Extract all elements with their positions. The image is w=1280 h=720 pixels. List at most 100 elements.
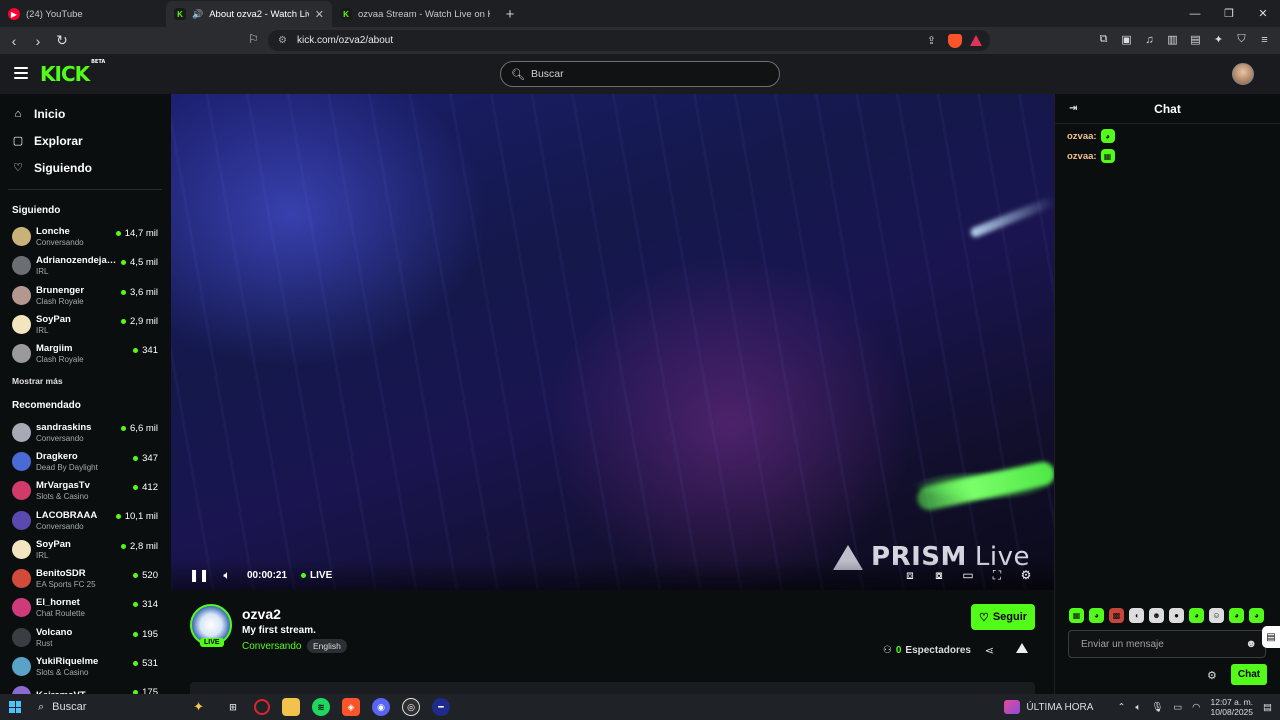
emote-8-icon[interactable]: ☺ xyxy=(1209,608,1224,623)
search-input[interactable] xyxy=(530,68,751,80)
url-field[interactable]: ⚙ kick.com/ozva2/about ⇪ xyxy=(268,30,990,51)
leo-ai-icon[interactable]: ✦ xyxy=(1211,32,1226,47)
sidebar-channel-item[interactable]: LACOBRAAA Conversando 10,1 mil xyxy=(0,505,170,534)
speaker-icon[interactable]: 🔈︎ xyxy=(1135,702,1141,713)
menu-icon[interactable]: ≡ xyxy=(1257,32,1272,47)
discord-icon[interactable]: ◉ xyxy=(372,698,390,716)
show-more-link[interactable]: Mostrar más xyxy=(0,368,170,388)
mini-player-icon[interactable]: ⧈ xyxy=(896,561,924,589)
emote-4-icon[interactable]: ◖ xyxy=(1129,608,1144,623)
chat-username[interactable]: ozvaa: xyxy=(1067,151,1097,162)
sidebar-channel-item[interactable]: El_hornet Chat Roulette 314 xyxy=(0,593,170,622)
hamburger-menu-icon[interactable] xyxy=(14,67,28,79)
emoji-picker-icon[interactable]: ☻ xyxy=(1245,638,1257,650)
emote-5-icon[interactable]: ☻ xyxy=(1149,608,1164,623)
sidebar-channel-item[interactable]: Brunenger Clash Royale 3,6 mil xyxy=(0,281,170,310)
emote-2-icon[interactable]: ◕ xyxy=(1089,608,1104,623)
wifi-icon[interactable]: ◠ xyxy=(1192,702,1200,713)
vpn-icon[interactable]: ⛉ xyxy=(1234,32,1249,47)
sidebar-channel-item[interactable]: Dragkero Dead By Daylight 347 xyxy=(0,447,170,476)
sidebar-channel-item[interactable]: SoyPan IRL 2,9 mil xyxy=(0,310,170,339)
speaker-icon[interactable]: 🔊 xyxy=(192,9,203,20)
nav-item-inicio[interactable]: ⌂ Inicio xyxy=(12,100,158,127)
sidebar-channel-item[interactable]: Volcano Rust 195 xyxy=(0,623,170,652)
bookmark-icon[interactable]: ⚐ xyxy=(248,32,259,46)
sidebar-channel-item[interactable]: Lonche Conversando 14,7 mil xyxy=(0,222,170,251)
browser-tab-kick-stream[interactable]: K ozvaa Stream - Watch Live on Kick xyxy=(332,1,498,27)
follow-button[interactable]: ♡ Seguir xyxy=(971,604,1035,630)
nav-item-siguiendo[interactable]: ♡ Siguiendo xyxy=(12,154,158,181)
emote-1-icon[interactable]: ▦ xyxy=(1069,608,1084,623)
network-icon[interactable]: ▭ xyxy=(1173,702,1182,713)
chat-settings-icon[interactable]: ⚙ xyxy=(1207,669,1217,682)
restore-button[interactable]: ❐ xyxy=(1212,0,1246,27)
reload-button[interactable]: ↻ xyxy=(52,31,72,51)
volume-icon[interactable]: 🔈︎ xyxy=(213,561,241,589)
user-avatar[interactable] xyxy=(1232,63,1254,85)
sidebar-channel-item[interactable]: YukiRiquelme Slots & Casino 531 xyxy=(0,652,170,681)
floating-chat-icon[interactable]: ▤ xyxy=(1262,626,1280,648)
pause-icon[interactable]: ❚❚ xyxy=(185,561,213,589)
back-button[interactable]: ‹ xyxy=(4,31,24,51)
minimize-button[interactable]: — xyxy=(1178,0,1212,27)
brave-rewards-icon[interactable] xyxy=(970,35,982,46)
search-bar[interactable]: 🔍︎ xyxy=(500,61,780,87)
fullscreen-icon[interactable]: ⛶ xyxy=(983,561,1011,589)
collapse-chat-icon[interactable]: ⇥ xyxy=(1069,103,1077,114)
sidebar-channel-item[interactable]: MrVargasTv Slots & Casino 412 xyxy=(0,476,170,505)
theater-mode-icon[interactable]: ▭ xyxy=(954,561,982,589)
video-player[interactable]: PRISM Live ❚❚ 🔈︎ 00:00:21 LIVE ⧈ ⧇ ▭ ⛶ ⚙ xyxy=(171,94,1054,590)
chat-message-input[interactable] xyxy=(1081,638,1241,650)
browser-tab-kick-about[interactable]: K 🔊 About ozva2 - Watch Live on Kick ✕ xyxy=(166,1,332,27)
sidebar-channel-item[interactable]: Adrianozendeja… IRL 4,5 mil xyxy=(0,251,170,280)
share-icon[interactable]: ⋖ xyxy=(985,644,994,657)
share-icon[interactable]: ⇪ xyxy=(927,34,936,47)
emote-3-icon[interactable]: ▩ xyxy=(1109,608,1124,623)
close-tab-icon[interactable]: ✕ xyxy=(315,8,324,21)
opera-icon[interactable] xyxy=(254,699,270,715)
screenshot-icon[interactable]: ▣ xyxy=(1119,32,1134,47)
chat-input-box[interactable]: ☻ xyxy=(1068,630,1266,658)
notifications-icon[interactable]: ▤ xyxy=(1263,702,1272,713)
sidebar-channel-item[interactable]: Margiim Clash Royale 341 xyxy=(0,339,170,368)
settings-gear-icon[interactable]: ⚙ xyxy=(1012,561,1040,589)
wallet-icon[interactable]: ▤ xyxy=(1188,32,1203,47)
forward-button[interactable]: › xyxy=(28,31,48,51)
sidebar-channel-item[interactable]: sandraskins Conversando 6,6 mil xyxy=(0,417,170,446)
clock[interactable]: 12:07 a. m. 10/08/2025 xyxy=(1210,697,1253,717)
browser-tab-youtube[interactable]: ▶ (24) YouTube xyxy=(0,1,166,27)
file-explorer-icon[interactable] xyxy=(282,698,300,716)
channel-name[interactable]: ozva2 xyxy=(242,606,281,622)
spotify-icon[interactable]: ≋ xyxy=(312,698,330,716)
brave-shield-icon[interactable] xyxy=(948,33,962,48)
sidebar-channel-item[interactable]: BenitoSDR EA Sports FC 25 520 xyxy=(0,564,170,593)
taskbar-search[interactable]: ⌕ Buscar ✦ xyxy=(30,696,210,718)
start-button[interactable] xyxy=(0,694,30,720)
task-view-icon[interactable]: ⊞ xyxy=(224,698,242,716)
sidebar-toggle-icon[interactable]: ▥ xyxy=(1165,32,1180,47)
emote-9-icon[interactable]: ◕ xyxy=(1229,608,1244,623)
new-tab-button[interactable]: + xyxy=(498,1,522,27)
microphone-icon[interactable]: 🎙︎ xyxy=(1151,702,1163,713)
report-icon[interactable] xyxy=(1016,643,1028,653)
news-widget[interactable]: ÚLTIMA HORA xyxy=(1004,700,1093,714)
emote-7-icon[interactable]: ◕ xyxy=(1189,608,1204,623)
tray-overflow-icon[interactable]: ⌃ xyxy=(1117,702,1125,713)
site-settings-icon[interactable]: ⚙ xyxy=(278,35,287,46)
kick-logo[interactable]: KICK BETA xyxy=(40,59,105,86)
media-icon[interactable]: ♫ xyxy=(1142,32,1157,47)
sidebar-channel-item[interactable]: SoyPan IRL 2,8 mil xyxy=(0,535,170,564)
brave-icon[interactable]: ◈ xyxy=(342,698,360,716)
app-icon[interactable]: ━ xyxy=(432,698,450,716)
emote-6-icon[interactable]: ● xyxy=(1169,608,1184,623)
chat-send-button[interactable]: Chat xyxy=(1231,664,1267,685)
sidebar-channel-item[interactable]: KeiramaVT175 xyxy=(0,681,170,694)
obs-icon[interactable]: ◎ xyxy=(402,698,420,716)
clip-icon[interactable]: ⧇ xyxy=(925,561,953,589)
chat-username[interactable]: ozvaa: xyxy=(1067,131,1097,142)
stream-category[interactable]: Conversando xyxy=(242,641,301,652)
close-window-button[interactable]: ✕ xyxy=(1246,0,1280,27)
nav-item-explorar[interactable]: ▢ Explorar xyxy=(12,127,158,154)
extensions-icon[interactable]: ⧉ xyxy=(1096,32,1111,47)
emote-10-icon[interactable]: ◕ xyxy=(1249,608,1264,623)
